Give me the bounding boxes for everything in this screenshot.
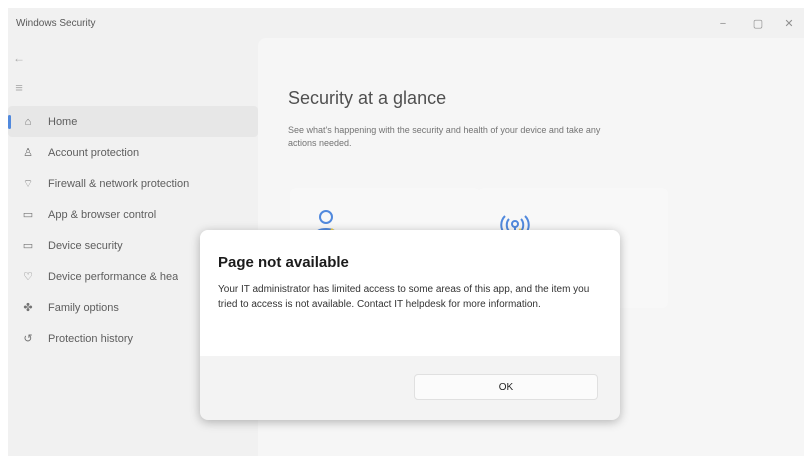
dialog-body: Page not available Your IT administrator… bbox=[200, 230, 620, 356]
dialog-title: Page not available bbox=[218, 254, 349, 271]
page-not-available-dialog: Page not available Your IT administrator… bbox=[200, 230, 620, 420]
ok-button[interactable]: OK bbox=[414, 374, 598, 400]
dialog-message: Your IT administrator has limited access… bbox=[218, 284, 590, 310]
windows-security-window: Windows Security − ▢ ✕ ← ≡ ⌂ Home ♙ Acco… bbox=[8, 8, 804, 456]
